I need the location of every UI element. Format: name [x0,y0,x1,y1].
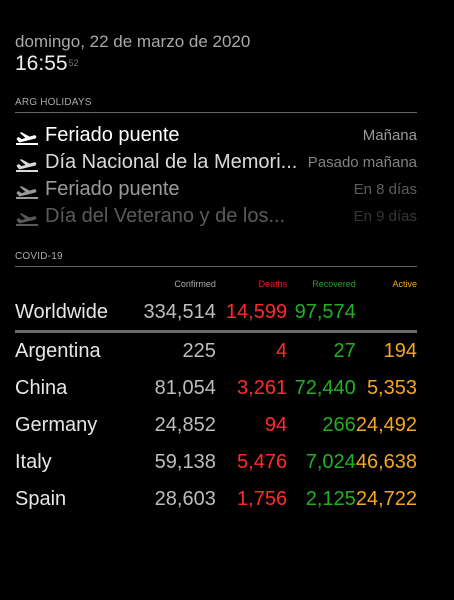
recovered-value: 266 [322,414,356,436]
confirmed-value: 81,054 [154,377,216,399]
holiday-name: Día Nacional de la Memori... [45,151,298,173]
table-row: China 81,054 3,261 72,440 5,353 [15,370,417,407]
confirmed-value: 225 [182,340,216,362]
holiday-when: Pasado mañana [307,154,417,171]
holidays-header: ARG HOLIDAYS [15,97,417,113]
holiday-item: Día Nacional de la Memori... Pasado maña… [15,149,417,176]
table-row: Italy 59,138 5,476 7,024 46,638 [15,444,417,481]
worldwide-row: Worldwide 334,514 14,599 97,574 [15,294,417,330]
column-header-confirmed: Confirmed [174,279,216,289]
table-row: Germany 24,852 94 266 24,492 [15,407,417,444]
airplane-departure-icon [15,153,39,173]
active-value: 194 [383,340,417,362]
holiday-name: Día del Veterano y de los... [45,205,286,227]
active-value: 5,353 [366,377,417,399]
airplane-departure-icon [15,207,39,227]
table-row: Spain 28,603 1,756 2,125 24,722 [15,481,417,518]
deaths-value: 94 [264,414,288,436]
holiday-item: Feriado puente Mañana [15,122,417,149]
airplane-departure-icon [15,180,39,200]
clock-time: 16:5552 [15,53,250,75]
column-header-active: Active [392,279,417,289]
confirmed-value: 59,138 [154,451,216,473]
column-header-country [15,274,131,294]
column-header-recovered: Recovered [312,279,356,289]
holidays-list: Feriado puente Mañana Día Nacional de la… [15,122,417,230]
active-value: 46,638 [355,451,417,473]
holiday-when: Mañana [362,127,417,144]
holiday-name: Feriado puente [45,124,180,146]
country-name: China [15,377,68,399]
deaths-value: 5,476 [237,451,288,473]
country-name: Worldwide [15,300,108,323]
recovered-value: 2,125 [305,488,356,510]
deaths-value: 3,261 [237,377,288,399]
table-row: Argentina 225 4 27 194 [15,333,417,370]
confirmed-value: 28,603 [154,488,216,510]
active-value [356,294,417,330]
deaths-value: 1,756 [237,488,288,510]
clock-seconds: 52 [68,58,79,68]
covid-column-headers: Confirmed Deaths Recovered Active [15,274,417,294]
holiday-when: En 9 días [353,208,417,225]
holiday-when: En 8 días [353,181,417,198]
holiday-item: Feriado puente En 8 días [15,176,417,203]
country-name: Spain [15,488,67,510]
country-name: Argentina [15,340,101,362]
country-name: Germany [15,414,98,436]
country-name: Italy [15,451,52,473]
recovered-value: 7,024 [305,451,356,473]
clock-date: domingo, 22 de marzo de 2020 [15,32,251,51]
active-value: 24,722 [355,488,417,510]
recovered-value: 97,574 [294,300,356,323]
deaths-value: 14,599 [225,300,288,323]
active-value: 24,492 [355,414,417,436]
airplane-departure-icon [15,126,39,146]
clock-hours-minutes: 16:55 [15,52,68,75]
holiday-name: Feriado puente [45,178,180,200]
covid-table: Confirmed Deaths Recovered Active Worldw… [15,274,417,518]
holiday-item: Día del Veterano y de los... En 9 días [15,203,417,230]
clock-module: domingo, 22 de marzo de 2020 16:5552 [15,32,250,75]
column-header-deaths: Deaths [258,279,288,289]
recovered-value: 72,440 [294,377,356,399]
covid-module: Confirmed Deaths Recovered Active Worldw… [15,274,417,518]
confirmed-value: 24,852 [154,414,216,436]
covid-header: COVID-19 [15,251,417,267]
recovered-value: 27 [333,340,356,362]
confirmed-value: 334,514 [143,300,216,323]
deaths-value: 4 [275,340,288,362]
